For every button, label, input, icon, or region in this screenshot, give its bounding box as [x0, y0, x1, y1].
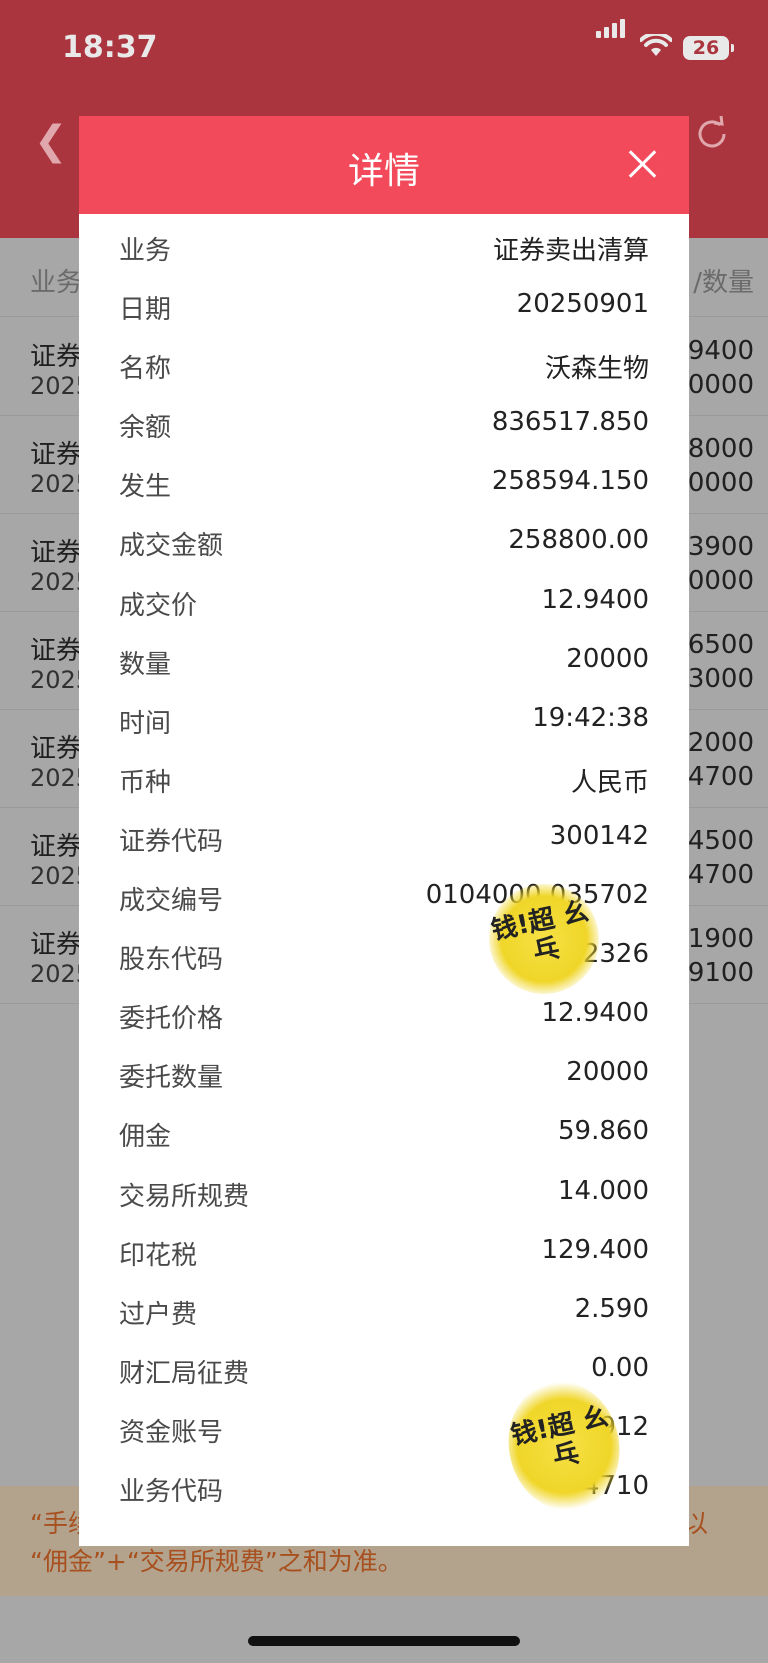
row-value-1: 3900 — [687, 532, 754, 562]
row-business: 证券 — [30, 538, 83, 568]
detail-value: 沃森生物 — [544, 354, 649, 385]
detail-label: 时间 — [119, 708, 172, 739]
row-value-2: 4700 — [687, 762, 754, 792]
row-value-1: 2000 — [687, 728, 754, 758]
close-icon[interactable] — [627, 148, 659, 180]
detail-label: 发生 — [119, 472, 172, 503]
detail-value: 20250901 — [516, 289, 649, 320]
row-value-2: 0000 — [687, 370, 754, 400]
detail-row: 日期 20250901 — [79, 273, 689, 332]
row-value-2: 4700 — [687, 860, 754, 890]
detail-row: 过户费 2.590 — [79, 1278, 689, 1337]
row-value-1: 1900 — [687, 924, 754, 954]
detail-row: 成交金额 258800.00 — [79, 509, 689, 568]
detail-label: 股东代码 — [119, 945, 224, 976]
battery-icon: 26 — [683, 36, 734, 60]
detail-label: 数量 — [119, 649, 172, 680]
detail-value: 59.860 — [558, 1116, 649, 1147]
detail-label: 业务代码 — [119, 1476, 224, 1507]
detail-row: 余额 836517.850 — [79, 391, 689, 450]
detail-value: 20000 — [566, 643, 649, 674]
detail-row: 印花税 129.400 — [79, 1219, 689, 1278]
row-business: 证券 — [30, 636, 83, 666]
detail-row: 成交价 12.9400 — [79, 569, 689, 628]
detail-row: 名称 沃森生物 — [79, 332, 689, 391]
refresh-icon[interactable] — [692, 114, 732, 158]
status-bar: 18:37 26 — [0, 0, 768, 100]
detail-label: 成交价 — [119, 590, 198, 621]
detail-list: 业务 证券卖出清算日期 20250901 名称 沃森生物余额 836517.850 发生 25… — [79, 214, 689, 1514]
detail-label: 佣金 — [119, 1122, 172, 1153]
detail-value: 258800.00 — [508, 525, 649, 556]
detail-value: 12.9400 — [541, 584, 649, 615]
detail-row: 委托价格 12.9400 — [79, 982, 689, 1041]
detail-row: 委托数量 20000 — [79, 1041, 689, 1100]
row-value-1: 8000 — [687, 434, 754, 464]
detail-value: 2.590 — [574, 1293, 649, 1324]
back-icon[interactable]: ❮ — [34, 118, 68, 164]
detail-value: 12.9400 — [541, 998, 649, 1029]
detail-label: 过户费 — [119, 1299, 198, 1330]
detail-label: 成交金额 — [119, 531, 224, 562]
detail-value: 129.400 — [541, 1234, 649, 1265]
detail-row: 业务 证券卖出清算 — [79, 214, 689, 273]
detail-label: 业务 — [119, 236, 172, 266]
row-value-2: 0000 — [687, 468, 754, 498]
detail-row: 交易所规费 14.000 — [79, 1160, 689, 1219]
modal-header: 详情 — [79, 116, 689, 214]
row-business: 证券 — [30, 342, 83, 372]
row-business: 证券 — [30, 832, 83, 862]
detail-row: 发生 258594.150 — [79, 450, 689, 509]
detail-value: 证券卖出清算 — [492, 236, 649, 266]
detail-label: 余额 — [119, 413, 172, 444]
detail-label: 委托数量 — [119, 1063, 224, 1094]
wifi-icon — [639, 31, 673, 62]
clock: 18:37 — [62, 30, 158, 65]
row-business: 证券 — [30, 440, 83, 470]
detail-row: 成交编号 0104000 035702 — [79, 864, 689, 923]
column-quantity: /数量 — [693, 268, 754, 298]
detail-value: 19:42:38 — [532, 702, 649, 733]
row-value-1: 9400 — [687, 336, 754, 366]
row-business: 证券 — [30, 930, 83, 960]
row-business: 证券 — [30, 734, 83, 764]
detail-value: 300142 — [549, 820, 649, 851]
detail-label: 财汇局征费 — [119, 1358, 250, 1389]
detail-label: 印花税 — [119, 1240, 198, 1271]
notice-line-2: “佣金”+“交易所规费”之和为准。 — [30, 1547, 403, 1576]
column-business: 业务 — [30, 268, 83, 298]
detail-label: 交易所规费 — [119, 1181, 250, 1212]
row-value-2: 0000 — [687, 566, 754, 596]
row-value-2: 9100 — [687, 958, 754, 988]
detail-row: 时间 19:42:38 — [79, 687, 689, 746]
detail-value: 258594.150 — [491, 466, 649, 497]
modal-title: 详情 — [347, 151, 420, 192]
detail-row: 财汇局征费 0.00 — [79, 1337, 689, 1396]
detail-value: 20000 — [566, 1057, 649, 1088]
detail-value: 14.000 — [558, 1175, 649, 1206]
detail-label: 资金账号 — [119, 1417, 224, 1448]
detail-value: 0.00 — [591, 1352, 649, 1383]
detail-row: 数量 20000 — [79, 628, 689, 687]
detail-modal: 详情 业务 证券卖出清算日期 20250901 名称 沃森生物余额 836517.850 发… — [79, 116, 689, 1546]
row-value-2: 3000 — [687, 664, 754, 694]
row-value-1: 6500 — [687, 630, 754, 660]
detail-label: 币种 — [119, 767, 172, 798]
row-value-1: 4500 — [687, 826, 754, 856]
detail-row: 佣金 59.860 — [79, 1100, 689, 1159]
home-indicator[interactable] — [248, 1636, 520, 1646]
detail-label: 名称 — [119, 354, 172, 385]
detail-value: 836517.850 — [491, 407, 649, 438]
detail-row: 证券代码 300142 — [79, 805, 689, 864]
detail-label: 成交编号 — [119, 886, 224, 917]
detail-label: 委托价格 — [119, 1004, 224, 1035]
detail-value: 人民币 — [570, 767, 649, 798]
detail-label: 证券代码 — [119, 826, 224, 857]
detail-row: 币种 人民币 — [79, 746, 689, 805]
detail-label: 日期 — [119, 295, 172, 326]
